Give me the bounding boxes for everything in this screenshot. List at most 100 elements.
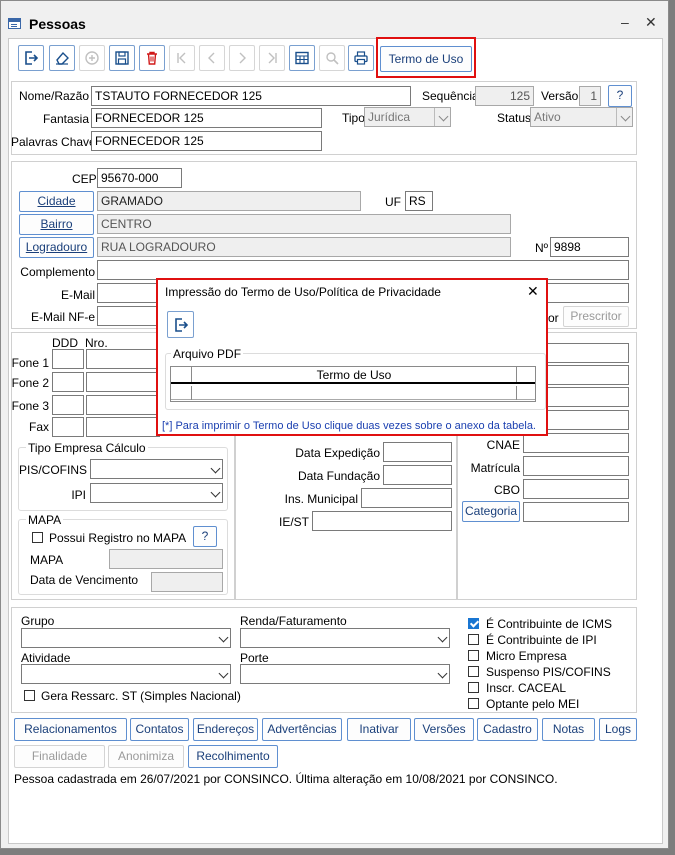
chevron-down-icon xyxy=(210,463,221,474)
save-button[interactable] xyxy=(109,45,135,71)
add-button[interactable] xyxy=(79,45,105,71)
fone2-label: Fone 2 xyxy=(11,376,49,390)
fone1-number-input[interactable] xyxy=(86,349,160,369)
printer-icon xyxy=(354,51,368,65)
tipo-select: Jurídica xyxy=(364,107,451,127)
ipi-select[interactable] xyxy=(90,483,223,503)
cep-input[interactable]: 95670-000 xyxy=(97,168,182,188)
fax-number-input[interactable] xyxy=(86,417,160,437)
data-fundacao-label: Data Fundação xyxy=(297,469,380,483)
exit-button[interactable] xyxy=(18,45,44,71)
micro-empresa-checkbox[interactable] xyxy=(468,650,479,661)
palavras-input[interactable]: FORNECEDOR 125 xyxy=(91,131,322,151)
dialog-exit-button[interactable] xyxy=(167,311,194,338)
gera-ressarc-checkbox[interactable] xyxy=(24,690,35,701)
termo-uso-table-row[interactable] xyxy=(171,386,535,400)
inativar-button[interactable]: Inativar xyxy=(347,718,411,741)
fone2-ddd-input[interactable] xyxy=(52,372,84,392)
delete-button[interactable] xyxy=(139,45,165,71)
close-window-button[interactable]: ✕ xyxy=(645,14,657,31)
email-nfe-input[interactable] xyxy=(97,306,161,326)
mapa-help-button[interactable]: ? xyxy=(193,526,217,547)
ins-municipal-label: Ins. Municipal xyxy=(284,492,358,506)
bairro-button[interactable]: Bairro xyxy=(19,214,94,235)
contatos-button[interactable]: Contatos xyxy=(130,718,189,741)
logradouro-button[interactable]: Logradouro xyxy=(19,237,94,258)
data-expedicao-label: Data Expedição xyxy=(295,446,380,460)
fax-label: Fax xyxy=(28,420,49,434)
porte-select[interactable] xyxy=(240,664,450,684)
optante-mei-checkbox[interactable] xyxy=(468,698,479,709)
relacionamentos-button[interactable]: Relacionamentos xyxy=(14,718,127,741)
next-record-button[interactable] xyxy=(229,45,255,71)
status-select: Ativo xyxy=(530,107,633,127)
recolhimento-button[interactable]: Recolhimento xyxy=(188,745,278,768)
nome-input[interactable]: TSTAUTO FORNECEDOR 125 xyxy=(91,86,411,106)
data-expedicao-input[interactable] xyxy=(383,442,452,462)
prev-record-button[interactable] xyxy=(199,45,225,71)
vencimento-input xyxy=(151,572,223,592)
termo-uso-column-header[interactable]: Termo de Uso xyxy=(191,367,517,382)
versao-label: Versão xyxy=(541,89,579,103)
versoes-button[interactable]: Versões xyxy=(414,718,474,741)
finalidade-button[interactable]: Finalidade xyxy=(14,745,105,768)
fone1-ddd-input[interactable] xyxy=(52,349,84,369)
fone1-label: Fone 1 xyxy=(11,356,49,370)
grid-button[interactable] xyxy=(289,45,315,71)
dialog-close-button[interactable]: ✕ xyxy=(527,283,539,300)
ie-st-input[interactable] xyxy=(312,511,452,531)
exit-icon xyxy=(174,317,188,332)
plus-circle-icon xyxy=(85,51,99,65)
numero-label: Nº xyxy=(535,241,549,255)
fone3-ddd-input[interactable] xyxy=(52,395,84,415)
mapa-label: MAPA xyxy=(30,553,64,567)
help-button[interactable]: ? xyxy=(608,85,632,107)
last-record-button[interactable] xyxy=(259,45,285,71)
chevron-down-icon xyxy=(437,632,448,643)
categoria-input[interactable] xyxy=(523,502,629,522)
atividade-select[interactable] xyxy=(21,664,231,684)
pessoas-window: Pessoas – ✕ Termo de Uso Nome/Razão TSTA… xyxy=(0,0,669,849)
minimize-button[interactable]: – xyxy=(621,14,629,30)
fax-ddd-input[interactable] xyxy=(52,417,84,437)
print-button[interactable] xyxy=(348,45,374,71)
categoria-button[interactable]: Categoria xyxy=(462,501,520,522)
sequencia-label: Sequência xyxy=(422,89,479,103)
search-button[interactable] xyxy=(319,45,345,71)
cidade-button[interactable]: Cidade xyxy=(19,191,94,212)
anonimiza-button[interactable]: Anonimiza xyxy=(108,745,184,768)
suspenso-pis-checkbox[interactable] xyxy=(468,666,479,677)
possui-mapa-checkbox[interactable] xyxy=(32,532,43,543)
complemento-input[interactable] xyxy=(97,260,629,280)
contribuinte-icms-checkbox[interactable] xyxy=(468,618,479,629)
advertencias-button[interactable]: Advertências xyxy=(262,718,342,741)
tipo-label: Tipo xyxy=(342,111,365,125)
uf-input[interactable]: RS xyxy=(405,191,433,211)
grupo-select[interactable] xyxy=(21,628,231,648)
ins-municipal-input[interactable] xyxy=(361,488,452,508)
fone3-number-input[interactable] xyxy=(86,395,160,415)
prescritor-button[interactable]: Prescritor xyxy=(563,306,629,327)
chevron-down-icon xyxy=(210,487,221,498)
pis-cofins-select[interactable] xyxy=(90,459,223,479)
data-fundacao-input[interactable] xyxy=(383,465,452,485)
contribuinte-ipi-checkbox[interactable] xyxy=(468,634,479,645)
first-record-button[interactable] xyxy=(169,45,195,71)
numero-input[interactable]: 9898 xyxy=(550,237,629,257)
inscr-caceal-checkbox[interactable] xyxy=(468,682,479,693)
renda-select[interactable] xyxy=(240,628,450,648)
notas-button[interactable]: Notas xyxy=(542,718,595,741)
cnae-input[interactable] xyxy=(523,433,629,453)
termo-uso-button[interactable]: Termo de Uso xyxy=(380,46,472,72)
fantasia-input[interactable]: FORNECEDOR 125 xyxy=(91,108,322,128)
cadastro-button[interactable]: Cadastro xyxy=(477,718,538,741)
table-icon xyxy=(295,51,309,65)
fone2-number-input[interactable] xyxy=(86,372,160,392)
enderecos-button[interactable]: Endereços xyxy=(193,718,258,741)
cbo-input[interactable] xyxy=(523,479,629,499)
chevron-down-icon xyxy=(218,632,229,643)
logs-button[interactable]: Logs xyxy=(599,718,637,741)
clear-button[interactable] xyxy=(49,45,75,71)
matricula-input[interactable] xyxy=(523,456,629,476)
complemento-label: Complemento xyxy=(20,265,95,279)
